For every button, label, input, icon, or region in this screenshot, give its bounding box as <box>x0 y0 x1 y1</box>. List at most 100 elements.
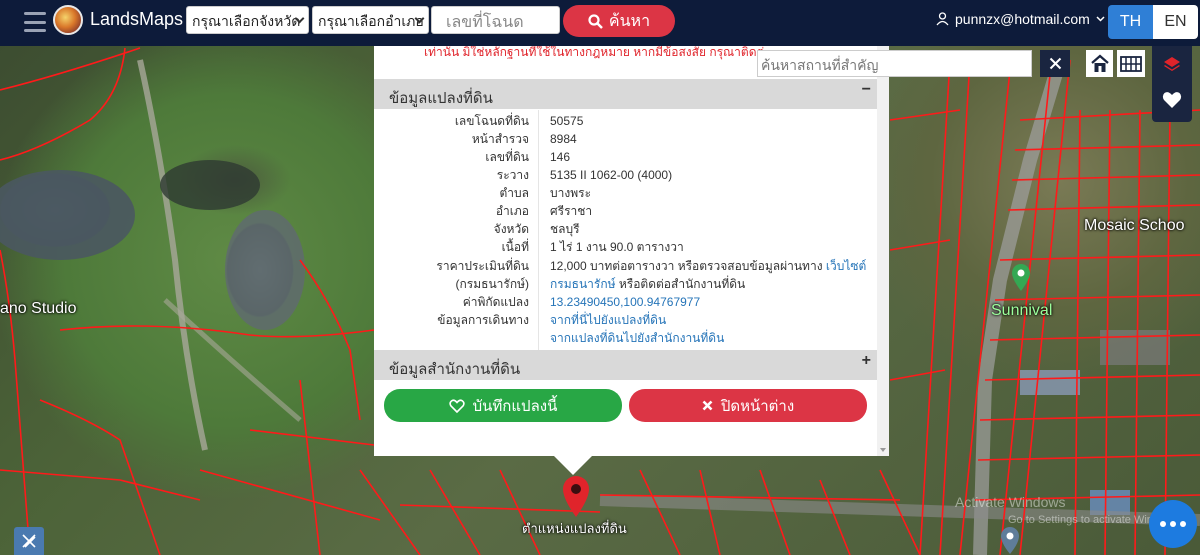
row-value: 8984 <box>550 132 577 146</box>
website-link[interactable]: เว็บไซต์ <box>826 259 866 273</box>
row-value: บางพระ <box>550 186 592 200</box>
parcel-info-header[interactable]: ข้อมูลแปลงที่ดิน − <box>374 79 877 109</box>
heart-icon <box>1162 92 1182 108</box>
table-row: ราคาประเมินที่ดิน 12,000 บาทต่อตารางวา หร… <box>374 257 877 275</box>
user-email: punnzx@hotmail.com <box>955 11 1090 27</box>
map-label-studio: ano Studio <box>0 300 77 317</box>
dot-icon <box>1170 521 1176 527</box>
table-row: ค่าพิกัดแปลง 13.23490450,100.94767977 <box>374 293 877 311</box>
heart-icon <box>448 398 465 413</box>
map-label-sunnival: Sunnival <box>991 302 1053 319</box>
close-window-label: ปิดหน้าต่าง <box>720 397 795 415</box>
layers-button[interactable] <box>1156 50 1188 80</box>
parcel-location-pin-icon[interactable] <box>560 474 592 518</box>
dot-icon <box>1160 521 1166 527</box>
row-label: เนื้อที่ <box>501 240 529 254</box>
home-button[interactable] <box>1086 50 1113 77</box>
table-row: (กรมธนารักษ์) กรมธนารักษ์ หรือติดต่อสำนัก… <box>374 275 877 293</box>
row-label: หน้าสำรวจ <box>471 132 529 146</box>
popup-scrollbar[interactable] <box>877 46 889 456</box>
row-value: 50575 <box>550 114 584 128</box>
collapse-icon[interactable]: − <box>862 81 871 99</box>
site-logo[interactable] <box>53 5 83 35</box>
layers-icon <box>1164 57 1180 71</box>
directions-to-parcel-link[interactable]: จากที่นี่ไปยังแปลงที่ดิน <box>550 311 666 329</box>
table-row: จากแปลงที่ดินไปยังสำนักงานที่ดิน <box>374 329 877 347</box>
menu-icon[interactable] <box>24 12 46 32</box>
row-label: ข้อมูลการเดินทาง <box>437 313 529 327</box>
measure-tool-button[interactable] <box>14 527 44 555</box>
table-row: เลขโฉนดที่ดิน 50575 <box>374 112 877 130</box>
scroll-down-icon[interactable] <box>880 448 886 452</box>
row-value: 5135 II 1062-00 (4000) <box>550 168 673 182</box>
close-icon <box>1049 57 1061 70</box>
map-pin-icon[interactable] <box>1010 262 1032 292</box>
close-window-button[interactable]: ปิดหน้าต่าง <box>629 389 867 422</box>
row-label: เลขที่ดิน <box>485 150 529 164</box>
lang-en-button[interactable]: EN <box>1153 5 1198 39</box>
treasury-link[interactable]: กรมธนารักษ์ <box>550 277 616 291</box>
table-row: เลขที่ดิน 146 <box>374 148 877 166</box>
parcel-info-title: ข้อมูลแปลงที่ดิน <box>389 90 493 107</box>
popup-pointer <box>553 455 593 475</box>
table-row: เนื้อที่ 1 ไร่ 1 งาน 90.0 ตารางวา <box>374 238 877 256</box>
row-label: อำเภอ <box>495 204 529 218</box>
deed-number-input[interactable]: เลขที่โฉนด <box>431 6 560 34</box>
table-row: อำเภอ ศรีราชา <box>374 202 877 220</box>
row-value: 146 <box>550 150 571 164</box>
district-select-value: กรุณาเลือกอำเภอ <box>318 13 424 29</box>
top-navbar: LandsMaps กรุณาเลือกจังหวัด กรุณาเลือกอำ… <box>0 0 1200 46</box>
row-value: ชลบุรี <box>550 222 580 236</box>
user-icon <box>936 12 949 26</box>
location-marker-icon[interactable] <box>999 526 1021 555</box>
row-value: กรมธนารักษ์ หรือติดต่อสำนักงานที่ดิน <box>550 275 745 293</box>
table-row: ข้อมูลการเดินทาง จากที่นี่ไปยังแปลงที่ดิน <box>374 311 877 329</box>
disclaimer-text: เท่านั้น มิใช่หลักฐานที่ใช้ในทางกฎหมาย ห… <box>424 46 764 59</box>
close-icon <box>702 400 713 411</box>
save-parcel-button[interactable]: บันทึกแปลงนี้ <box>384 389 622 422</box>
map-label-school: Mosaic Schoo <box>1084 217 1185 234</box>
favorites-button[interactable] <box>1156 85 1188 115</box>
row-value: 12,000 บาทต่อตารางวา หรือตรวจสอบข้อมูลผ่… <box>550 257 866 275</box>
grid-button[interactable] <box>1117 50 1145 77</box>
dot-icon <box>1180 521 1186 527</box>
land-office-header[interactable]: ข้อมูลสำนักงานที่ดิน + <box>374 350 877 380</box>
user-menu[interactable]: punnzx@hotmail.com <box>936 11 1105 27</box>
row-label: ค่าพิกัดแปลง <box>462 295 529 309</box>
grid-icon <box>1120 55 1142 72</box>
brand-name[interactable]: LandsMaps <box>90 9 183 30</box>
place-search-input[interactable]: ค้นหาสถานที่สำคัญ <box>757 50 1032 77</box>
appraisal-contact-text: หรือติดต่อสำนักงานที่ดิน <box>618 277 746 291</box>
search-icon <box>588 13 603 29</box>
row-value: 1 ไร่ 1 งาน 90.0 ตารางวา <box>550 240 684 254</box>
row-label: จังหวัด <box>493 222 529 236</box>
row-label: (กรมธนารักษ์) <box>455 277 530 291</box>
row-value: ศรีราชา <box>550 204 593 218</box>
home-icon <box>1090 54 1109 72</box>
land-office-title: ข้อมูลสำนักงานที่ดิน <box>389 361 521 378</box>
directions-to-office-link[interactable]: จากแปลงที่ดินไปยังสำนักงานที่ดิน <box>550 329 724 347</box>
expand-icon[interactable]: + <box>862 352 871 370</box>
clear-search-button[interactable] <box>1040 50 1070 77</box>
table-row: จังหวัด ชลบุรี <box>374 220 877 238</box>
table-row: หน้าสำรวจ 8984 <box>374 130 877 148</box>
row-label: เลขโฉนดที่ดิน <box>454 114 529 128</box>
row-label: ตำบล <box>499 186 529 200</box>
province-select-value: กรุณาเลือกจังหวัด <box>192 13 301 29</box>
ruler-pencil-icon <box>22 534 36 548</box>
search-button[interactable]: ค้นหา <box>563 5 675 37</box>
appraisal-text: 12,000 บาทต่อตารางวา หรือตรวจสอบข้อมูลผ่… <box>550 259 823 273</box>
district-select[interactable]: กรุณาเลือกอำเภอ <box>312 6 429 34</box>
table-row: ระวาง 5135 II 1062-00 (4000) <box>374 166 877 184</box>
row-label: ราคาประเมินที่ดิน <box>436 259 529 273</box>
parcel-location-label: ตำแหน่งแปลงที่ดิน <box>522 521 627 536</box>
save-parcel-label: บันทึกแปลงนี้ <box>472 397 558 415</box>
province-select[interactable]: กรุณาเลือกจังหวัด <box>186 6 309 34</box>
row-label: ระวาง <box>496 168 529 182</box>
chevron-down-icon <box>1096 16 1105 22</box>
table-row: ตำบล บางพระ <box>374 184 877 202</box>
coordinate-link[interactable]: 13.23490450,100.94767977 <box>550 293 700 311</box>
lang-th-button[interactable]: TH <box>1108 5 1153 39</box>
chat-button[interactable] <box>1149 500 1197 548</box>
search-button-label: ค้นหา <box>608 12 651 30</box>
